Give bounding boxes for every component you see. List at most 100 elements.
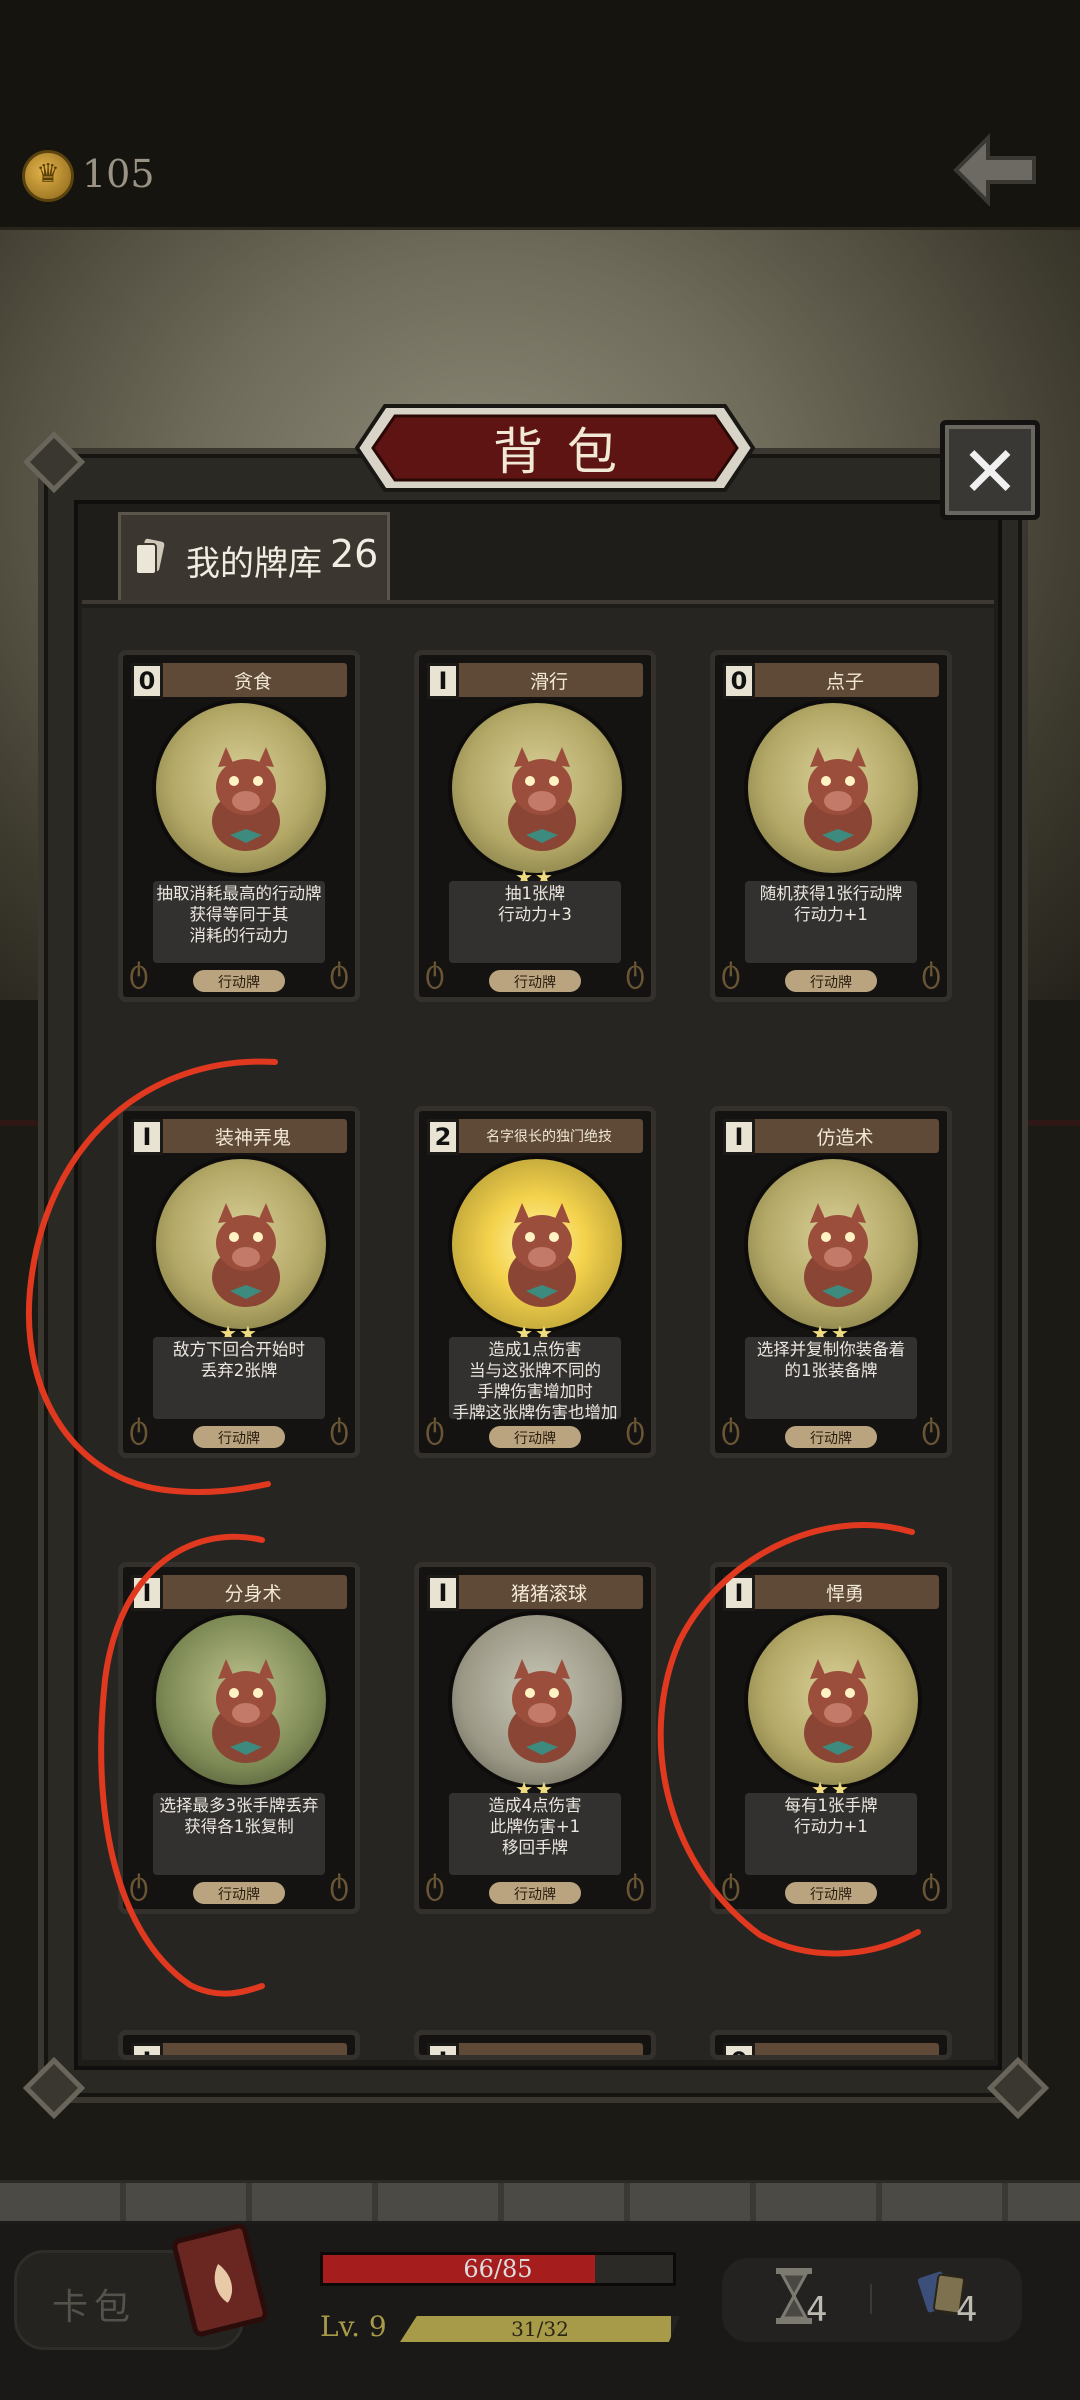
- ornament: ტ: [721, 1411, 741, 1446]
- top-bar: [0, 0, 1080, 230]
- card-item[interactable]: 0: [710, 2030, 952, 2060]
- deck-label: 我的牌库: [186, 544, 322, 584]
- card-art: [448, 1155, 626, 1333]
- card-item[interactable]: 悍勇 Ⅰ ★★ 每有1张手牌 行动力+1 ტ ტ 行动牌: [710, 1562, 952, 1914]
- card-art: [152, 1155, 330, 1333]
- card-title-strip: [131, 2043, 347, 2055]
- card-desc-line: 造成1点伤害: [488, 1340, 582, 1359]
- card-art: [448, 1611, 626, 1789]
- ornament: ტ: [425, 1411, 445, 1446]
- back-arrow-icon[interactable]: [950, 130, 1040, 210]
- card-description: 每有1张手牌 行动力+1: [729, 1795, 933, 1837]
- card-description: 随机获得1张行动牌 行动力+1: [729, 883, 933, 925]
- card-cost: 0: [723, 663, 755, 699]
- ornament: ტ: [329, 1411, 349, 1446]
- boar-illustration: [212, 747, 280, 851]
- card-item[interactable]: 分身术 Ⅰ 选择最多3张手牌丢弃 获得各1张复制 ტ ტ 行动牌: [118, 1562, 360, 1914]
- card-cost: Ⅰ: [131, 2043, 163, 2055]
- ornament: ტ: [129, 955, 149, 990]
- card-type: 行动牌: [810, 1431, 852, 1447]
- card-type: 行动牌: [810, 975, 852, 991]
- card-item[interactable]: 点子 0 随机获得1张行动牌 行动力+1 ტ ტ 行动牌: [710, 650, 952, 1002]
- ornament: ტ: [129, 1867, 149, 1902]
- divider: [870, 2284, 872, 2314]
- card-cost: Ⅰ: [427, 2043, 459, 2055]
- spellbook-icon[interactable]: [170, 2212, 270, 2342]
- card-type: 行动牌: [218, 975, 260, 991]
- level-text: Lv. 9: [320, 2310, 387, 2343]
- page-title: 背包: [493, 423, 641, 481]
- boar-illustration: [804, 1203, 872, 1307]
- ornament: ტ: [129, 1411, 149, 1446]
- card-cost: Ⅰ: [427, 1575, 459, 1611]
- card-description: 选择并复制你装备着 的1张装备牌: [729, 1339, 933, 1381]
- card-item[interactable]: Ⅰ: [414, 2030, 656, 2060]
- boar-illustration: [212, 1659, 280, 1763]
- card-title: 装神弄鬼: [214, 1127, 291, 1149]
- stone-divider: [0, 2180, 1080, 2224]
- card-item[interactable]: 名字很长的独门绝技 2 ★★ 造成1点伤害 当与这张牌不同的 手牌伤害增加时 手牌这张牌伤害…: [414, 1106, 656, 1458]
- card-item[interactable]: 仿造术 Ⅰ ★★ 选择并复制你装备着 的1张装备牌 ტ ტ 行动牌: [710, 1106, 952, 1458]
- card-desc-line: 行动力+1: [794, 905, 868, 924]
- card-item[interactable]: 贪食 0 抽取消耗最高的行动牌 获得等同于其 消耗的行动力 ტ ტ 行动牌: [118, 650, 360, 1002]
- card-desc-line: 行动力+3: [498, 905, 572, 924]
- card-type: 行动牌: [810, 1887, 852, 1903]
- close-button[interactable]: ✕: [940, 420, 1040, 520]
- card-title: 悍勇: [825, 1583, 864, 1605]
- card-title: 滑行: [529, 671, 568, 693]
- card-pack-label: 卡包: [52, 2287, 137, 2328]
- ornament: ტ: [625, 955, 645, 990]
- card-item[interactable]: 滑行 Ⅰ ★★ 抽1张牌 行动力+3 ტ ტ 行动牌: [414, 650, 656, 1002]
- card-title-strip: [723, 2043, 939, 2055]
- card-title: 猪猪滚球: [510, 1583, 587, 1605]
- card-cost: Ⅰ: [427, 663, 459, 699]
- card-title-strip: [427, 2043, 643, 2055]
- card-cost: Ⅰ: [723, 1575, 755, 1611]
- card-desc-line: 当与这张牌不同的: [469, 1361, 601, 1380]
- card-type: 行动牌: [514, 1431, 556, 1447]
- card-title: 名字很长的独门绝技: [486, 1129, 612, 1145]
- boar-illustration: [804, 747, 872, 851]
- boar-illustration: [508, 747, 576, 851]
- card-art: [448, 699, 626, 877]
- card-cost: 2: [427, 1119, 459, 1155]
- card-cost: 0: [723, 2043, 755, 2055]
- card-art: [152, 699, 330, 877]
- card-item[interactable]: 猪猪滚球 Ⅰ ★★ 造成4点伤害 此牌伤害+1 移回手牌 ტ ტ 行动牌: [414, 1562, 656, 1914]
- ornament: ტ: [425, 1867, 445, 1902]
- card-description: 造成4点伤害 此牌伤害+1 移回手牌: [433, 1795, 637, 1858]
- card-desc-line: 获得等同于其: [189, 905, 289, 924]
- crown-coin-icon: [22, 150, 74, 202]
- card-cost: 0: [131, 663, 163, 699]
- card-item[interactable]: 装神弄鬼 Ⅰ ★★ 敌方下回合开始时 丢弃2张牌 ტ ტ 行动牌: [118, 1106, 360, 1458]
- card-art: [744, 1155, 922, 1333]
- card-title: 仿造术: [816, 1127, 874, 1149]
- card-art: [744, 1611, 922, 1789]
- card-desc-line: 抽1张牌: [505, 884, 565, 903]
- card-desc-line: 移回手牌: [502, 1838, 568, 1857]
- coin-count: 105: [82, 152, 155, 196]
- card-desc-line: 造成4点伤害: [488, 1796, 582, 1815]
- card-desc-line: 的1张装备牌: [784, 1361, 878, 1380]
- health-text: 66/85: [463, 2255, 533, 2283]
- card-desc-line: 消耗的行动力: [189, 926, 289, 945]
- card-desc-line: 丢弃2张牌: [200, 1361, 278, 1380]
- card-item[interactable]: Ⅰ: [118, 2030, 360, 2060]
- ornament: ტ: [329, 955, 349, 990]
- ornament: ტ: [921, 1411, 941, 1446]
- close-x-icon: ✕: [960, 431, 1020, 513]
- card-desc-line: 行动力+1: [794, 1817, 868, 1836]
- card-desc-line: 选择最多3张手牌丢弃: [159, 1796, 319, 1815]
- ornament: ტ: [721, 955, 741, 990]
- card-desc-line: 获得各1张复制: [184, 1817, 294, 1836]
- card-title: 贪食: [233, 671, 272, 693]
- hourglass-count: 4: [806, 2290, 828, 2330]
- card-desc-line: 随机获得1张行动牌: [759, 884, 903, 903]
- card-type: 行动牌: [218, 1431, 260, 1447]
- card-desc-line: 手牌这张牌伤害也增加: [452, 1403, 618, 1422]
- ornament: ტ: [921, 1867, 941, 1902]
- ornament: ტ: [921, 955, 941, 990]
- ornament: ტ: [329, 1867, 349, 1902]
- card-description: 选择最多3张手牌丢弃 获得各1张复制: [137, 1795, 341, 1837]
- ornament: ტ: [721, 1867, 741, 1902]
